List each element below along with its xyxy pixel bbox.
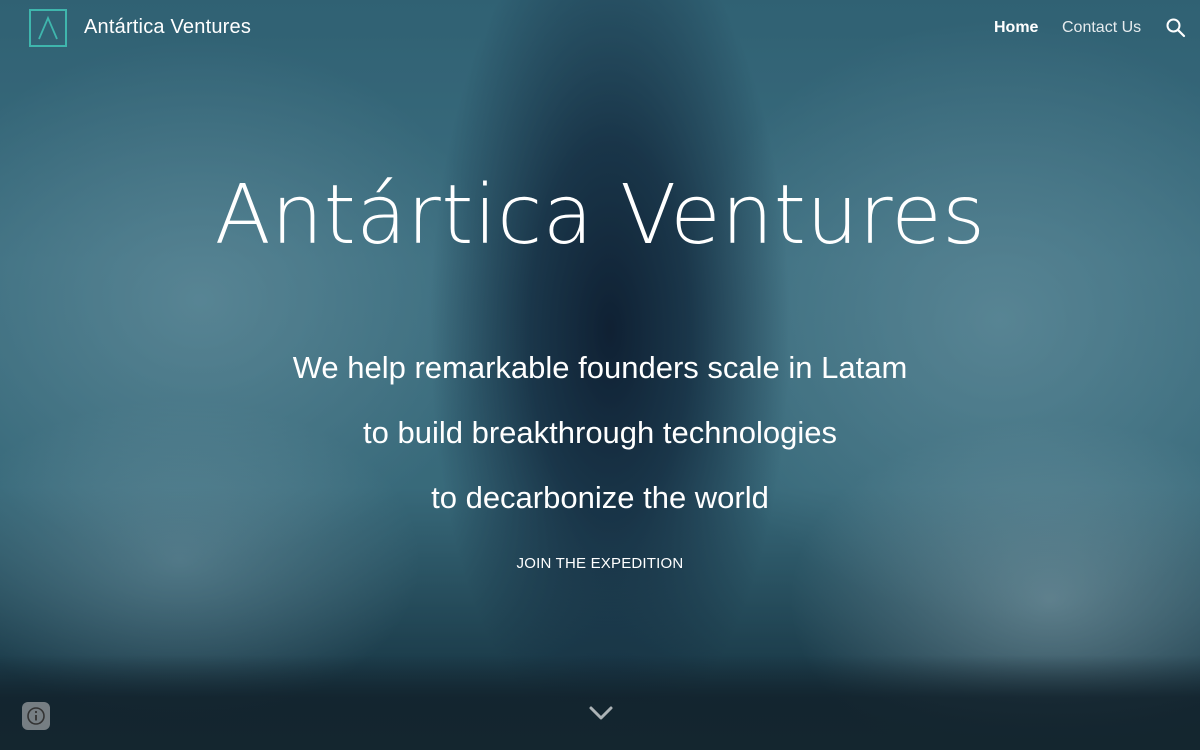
hero-tagline-line-1: We help remarkable founders scale in Lat… [292,350,908,385]
hero-title: Antártica Ventures [214,168,986,263]
site-info-button[interactable] [22,702,50,730]
hero-tagline-line-3: to decarbonize the world [431,480,769,515]
chevron-down-icon[interactable] [588,702,614,724]
hero-content: Antártica Ventures We help remarkable fo… [0,0,1200,750]
info-icon [27,707,45,725]
join-the-expedition-button[interactable]: JOIN THE EXPEDITION [500,555,700,577]
hero-tagline-line-2: to build breakthrough technologies [363,415,837,450]
